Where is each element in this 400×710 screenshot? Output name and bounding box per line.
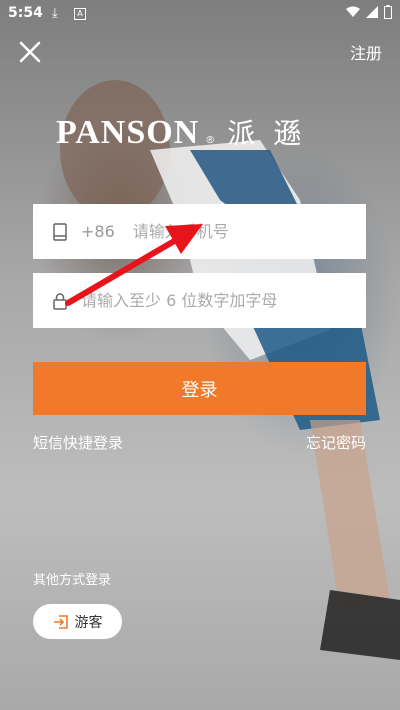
- forgot-password-link[interactable]: 忘记密码: [306, 432, 366, 453]
- other-login-label: 其他方式登录: [33, 573, 112, 588]
- lock-icon: [53, 292, 67, 310]
- app-notification-icon: A: [74, 8, 86, 20]
- sms-login-link[interactable]: 短信快捷登录: [33, 432, 123, 453]
- brand-latin: PANSON: [56, 114, 200, 151]
- phone-icon: [53, 222, 67, 241]
- download-icon: ⤓: [52, 6, 58, 21]
- close-icon[interactable]: [16, 38, 44, 66]
- phone-input[interactable]: [132, 222, 366, 241]
- exit-icon: [53, 614, 68, 629]
- phone-field: +86: [33, 204, 366, 259]
- brand-reg-mark: ®: [205, 135, 216, 146]
- wifi-icon: [346, 6, 360, 17]
- password-input[interactable]: [81, 291, 366, 310]
- battery-icon: [384, 5, 392, 19]
- guest-login-button[interactable]: 游客: [33, 604, 122, 639]
- login-button[interactable]: 登录: [33, 362, 366, 415]
- password-field: [33, 273, 366, 328]
- signal-icon: [366, 6, 378, 18]
- brand-chinese: 派遜: [227, 117, 320, 150]
- register-link[interactable]: 注册: [350, 40, 382, 64]
- country-code[interactable]: +86: [81, 222, 115, 241]
- status-time: 5:54: [8, 5, 43, 21]
- guest-label: 游客: [74, 614, 103, 631]
- brand-logo: PANSON ® 派遜: [56, 112, 319, 152]
- status-bar: 5:54 ⤓ A: [0, 0, 400, 28]
